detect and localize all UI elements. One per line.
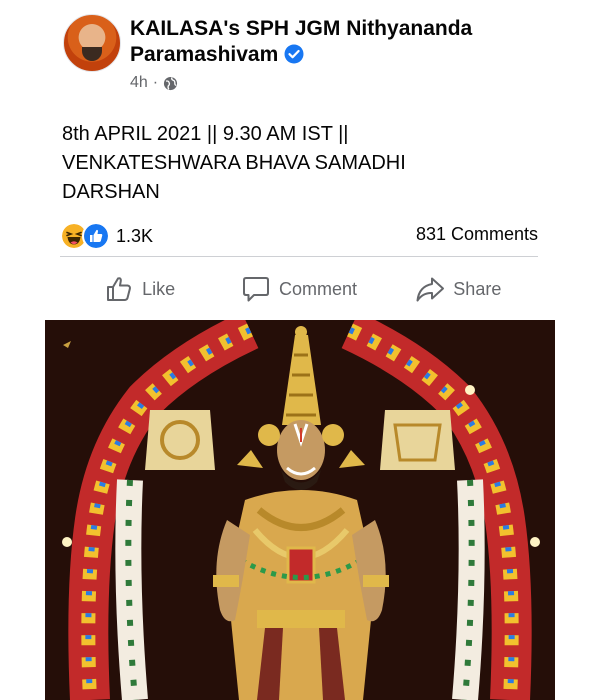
globe-icon[interactable] [163,76,178,91]
post-header: KAILASA's SPH JGM Nithyananda Paramashiv… [63,14,583,98]
reactions-count[interactable]: 1.3K [116,226,153,247]
share-button[interactable]: Share [379,270,538,308]
thumbs-up-icon [107,277,132,301]
like-label: Like [142,278,176,299]
comments-count[interactable]: 831 Comments [416,224,538,245]
meta-separator: · [152,74,159,91]
post-stats: 1.3K 831 Comments [60,221,538,250]
post-time[interactable]: 4h [130,74,148,92]
verified-badge-icon [284,44,304,64]
share-label: Share [453,278,502,299]
post-text-line: DARSHAN [62,181,160,203]
divider [60,256,538,257]
post-photo[interactable] [45,320,555,700]
reactions-summary[interactable]: 1.3K [60,222,153,250]
post-meta: 4h · [130,74,178,92]
post-text-line: VENKATESHWARA BHAVA SAMADHI [62,152,406,174]
comment-button[interactable]: Comment [219,270,378,308]
speech-bubble-icon [242,277,269,302]
post-text-line: 8th APRIL 2021 || 9.30 AM IST || [62,123,349,145]
like-button[interactable]: Like [60,270,219,308]
comment-label: Comment [278,278,357,299]
like-reaction-icon [82,222,110,250]
post-text: 8th APRIL 2021 || 9.30 AM IST || VENKATE… [62,120,562,207]
deity-photo-illustration [45,320,555,700]
action-bar: Like Comment Share [60,270,538,308]
author-name[interactable]: KAILASA's SPH JGM Nithyananda Paramashiv… [130,16,550,68]
share-arrow-icon [416,277,445,302]
avatar[interactable] [63,14,121,72]
